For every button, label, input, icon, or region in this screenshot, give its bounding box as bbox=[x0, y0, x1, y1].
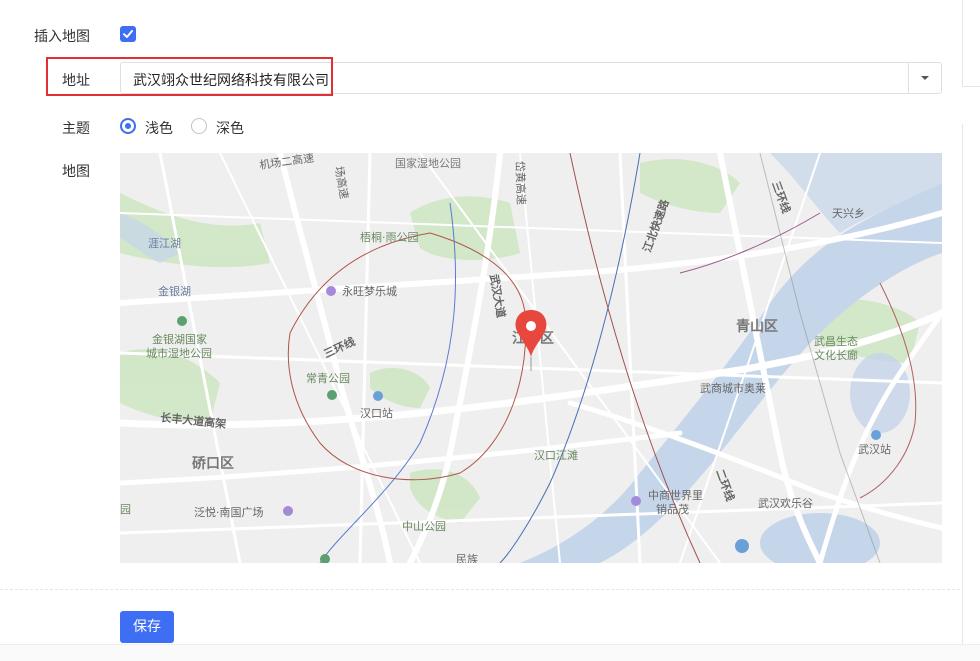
map-view[interactable]: 机场二高速 场高速 国家湿地公园 岱黄高速 梧桐·雨公园 涯江湖 金银湖 金银湖… bbox=[120, 153, 942, 563]
map-label-changqing: 常青公园 bbox=[306, 372, 350, 385]
poi-icon bbox=[373, 391, 383, 401]
poi-icon bbox=[283, 506, 293, 516]
map-label-eco2: 文化长廊 bbox=[814, 348, 858, 362]
poi-icon bbox=[735, 539, 749, 553]
map-label-zhongshan: 中山公园 bbox=[402, 520, 446, 533]
right-panel-edge-lower bbox=[962, 124, 980, 644]
map-label-zhajiang: 涯江湖 bbox=[148, 236, 181, 250]
theme-label: 主题 bbox=[62, 121, 90, 137]
poi-icon bbox=[631, 496, 641, 506]
save-button[interactable]: 保存 bbox=[120, 611, 174, 643]
theme-light-radio[interactable] bbox=[120, 118, 136, 134]
map-label-wuhan-station: 武汉站 bbox=[858, 442, 891, 456]
map-label-aolai: 武商城市奥莱 bbox=[700, 381, 766, 395]
map-label-tianxing: 天兴乡 bbox=[832, 207, 865, 220]
poi-icon bbox=[871, 430, 881, 440]
caret-down-icon bbox=[921, 76, 929, 80]
map-label-eco1: 武昌生态 bbox=[814, 334, 858, 348]
map-label-yuejiazui: 岱黄高速 bbox=[513, 161, 529, 205]
check-icon bbox=[123, 30, 133, 38]
map-label-jinyinhu-park2: 城市湿地公园 bbox=[146, 346, 212, 360]
tree-icon bbox=[177, 316, 187, 326]
map-label-jinyin: 金银湖 bbox=[158, 284, 191, 298]
theme-dark-label[interactable]: 深色 bbox=[216, 118, 244, 138]
map-label-zhongshang: 中商世界里 bbox=[648, 488, 703, 502]
address-dropdown-toggle[interactable] bbox=[908, 63, 941, 93]
map-label-minzu: 民族 bbox=[456, 552, 478, 563]
map-label-wutong: 梧桐·雨公园 bbox=[360, 230, 419, 244]
poi-icon bbox=[326, 286, 336, 296]
right-panel-edge bbox=[962, 0, 980, 87]
map-label: 地图 bbox=[62, 164, 90, 180]
map-label-fanyue: 泛悦·南国广场 bbox=[194, 505, 264, 519]
map-label-hankou-station: 汉口站 bbox=[360, 406, 393, 420]
map-label-top-park: 国家湿地公园 bbox=[395, 156, 461, 170]
theme-dark-radio[interactable] bbox=[191, 118, 207, 134]
map-label-qiaokou: 硚口区 bbox=[192, 456, 234, 472]
map-label-jinyinhu-park: 金银湖国家 bbox=[152, 332, 207, 346]
form-divider bbox=[0, 589, 960, 590]
map-label-happy-valley: 武汉欢乐谷 bbox=[758, 496, 813, 510]
insert-map-checkbox[interactable] bbox=[120, 26, 136, 42]
address-highlight-box bbox=[46, 57, 333, 96]
bottom-bar bbox=[0, 644, 980, 661]
tree-icon bbox=[327, 390, 337, 400]
map-label-qingshan: 青山区 bbox=[736, 318, 778, 335]
map-label-zhongshang2: 销品茂 bbox=[656, 502, 689, 516]
theme-light-label[interactable]: 浅色 bbox=[145, 118, 173, 138]
map-label-edge-park: 园 bbox=[120, 503, 131, 516]
insert-map-label: 插入地图 bbox=[34, 29, 90, 45]
map-canvas: 机场二高速 场高速 国家湿地公园 岱黄高速 梧桐·雨公园 涯江湖 金银湖 金银湖… bbox=[120, 153, 942, 563]
map-label-yongwang: 永旺梦乐城 bbox=[342, 284, 397, 298]
map-label-jiangtan: 汉口江滩 bbox=[534, 448, 578, 462]
